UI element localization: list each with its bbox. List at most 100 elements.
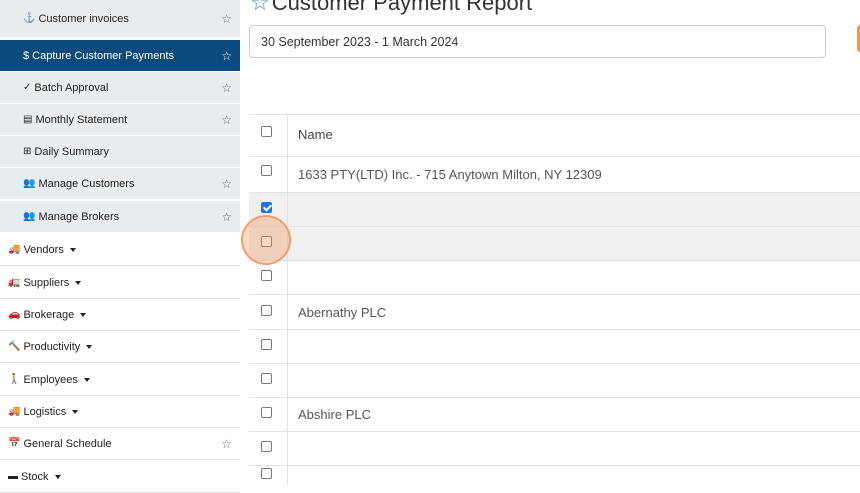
caret-down-icon (75, 280, 82, 285)
checkbox-cell (249, 157, 288, 192)
sidebar-item-batch-approval[interactable]: ✓ Batch Approval ☆ (0, 72, 240, 104)
table-row (249, 465, 860, 485)
sidebar-item-label-wrap: ⊞ Daily Summary (23, 146, 109, 158)
favorite-star-icon[interactable]: ☆ (221, 12, 232, 26)
page-title: ☆Customer Payment Report (250, 0, 532, 16)
favorite-star-icon[interactable]: ☆ (221, 113, 232, 127)
column-header-name: Name (298, 127, 333, 142)
sidebar-item-label: Batch Approval (34, 81, 109, 94)
table-icon: ⊞ (23, 145, 32, 157)
sidebar-item-monthly-statement[interactable]: ▤ Monthly Statement ☆ (0, 104, 240, 136)
person-icon: 🚶 (8, 373, 21, 385)
checkbox-cell (249, 330, 288, 363)
row-checkbox[interactable] (261, 468, 272, 479)
sidebar-item-label-wrap: ⚓ Customer invoices (23, 13, 129, 25)
customer-name: Abernathy PLC (298, 305, 387, 320)
sidebar-item-label: Employees (23, 373, 78, 386)
sidebar-item-label: Vendors (23, 243, 64, 256)
sidebar: ⚓ Customer invoices ☆ $ Capture Customer Pa… (0, 0, 240, 493)
sidebar-item-label: Productivity (23, 340, 81, 353)
table-row: Abernathy PLC (249, 294, 860, 329)
caret-down-icon (72, 409, 79, 414)
statement-icon: ▤ (23, 113, 33, 125)
favorite-star-icon[interactable]: ☆ (221, 437, 232, 451)
table-row: 1633 PTY(LTD) Inc. - 715 Anytown Milton,… (249, 156, 860, 192)
sidebar-item-logistics[interactable]: 🚚 Logistics (0, 396, 240, 428)
select-all-checkbox[interactable] (261, 126, 272, 137)
table-row (249, 431, 860, 465)
sidebar-item-brokerage[interactable]: 🚗 Brokerage (0, 299, 240, 331)
sidebar-item-label-wrap: ▤ Monthly Statement (23, 114, 127, 126)
row-checkbox[interactable] (261, 441, 272, 452)
sidebar-item-manage-brokers[interactable]: 👥 Manage Brokers ☆ (0, 201, 240, 233)
sidebar-item-label-wrap: 📅 General Schedule (8, 438, 112, 450)
car-icon: 🚗 (8, 308, 21, 320)
table-row (249, 363, 860, 397)
sidebar-item-label: Suppliers (23, 276, 70, 289)
sidebar-item-stock[interactable]: ▬ Stock (0, 461, 240, 493)
sidebar-item-label-wrap: 👥 Manage Customers (23, 178, 134, 190)
favorite-star-icon[interactable]: ☆ (221, 81, 232, 95)
caret-down-icon (86, 344, 93, 349)
sidebar-item-label: Monthly Statement (35, 113, 128, 126)
sidebar-item-productivity[interactable]: 🔨 Productivity (0, 331, 240, 363)
sidebar-item-label-wrap: 👥 Manage Brokers (23, 211, 119, 223)
sidebar-item-customer-invoices[interactable]: ⚓ Customer invoices ☆ (0, 0, 240, 38)
checkbox-cell (249, 295, 288, 329)
checkbox-cell (249, 466, 288, 485)
sidebar-item-label-wrap: 🚛 Suppliers (8, 276, 82, 289)
users-icon: 👥 (23, 177, 36, 189)
row-checkbox[interactable] (261, 165, 272, 176)
row-checkbox[interactable] (261, 339, 272, 350)
checkbox-cell (249, 364, 288, 397)
sidebar-item-label: Brokerage (23, 308, 75, 321)
sidebar-item-general-schedule[interactable]: 📅 General Schedule ☆ (0, 428, 240, 460)
users-icon: 👥 (23, 210, 36, 222)
sidebar-item-label-wrap: ▬ Stock (8, 471, 61, 483)
calendar-icon: 📅 (8, 437, 21, 449)
favorite-star-icon[interactable]: ☆ (250, 0, 270, 15)
sidebar-item-label-wrap: 🚚 Logistics (8, 405, 79, 418)
sidebar-item-label: General Schedule (23, 437, 112, 450)
row-checkbox[interactable] (261, 305, 272, 316)
date-range-input[interactable] (249, 25, 826, 58)
sidebar-item-label-wrap: 🚚 Vendors (8, 244, 76, 256)
sidebar-item-label-wrap: 🚗 Brokerage (8, 308, 87, 321)
table-row (249, 192, 860, 226)
row-checkbox[interactable] (261, 407, 272, 418)
sidebar-item-manage-customers[interactable]: 👥 Manage Customers ☆ (0, 168, 240, 200)
download-icon: ⚓ (23, 12, 36, 24)
row-checkbox[interactable] (261, 373, 272, 384)
sidebar-item-suppliers[interactable]: 🚛 Suppliers (0, 267, 240, 299)
truck-icon: 🚛 (8, 276, 21, 288)
sidebar-item-label: Daily Summary (34, 145, 109, 158)
favorite-star-icon[interactable]: ☆ (221, 49, 232, 63)
sidebar-item-label: Customer invoices (38, 12, 129, 25)
sidebar-item-vendors[interactable]: 🚚 Vendors (0, 234, 240, 266)
sidebar-item-daily-summary[interactable]: ⊞ Daily Summary (0, 136, 240, 168)
caret-down-icon (69, 247, 76, 252)
caret-down-icon (80, 312, 87, 317)
row-checkbox[interactable] (261, 270, 272, 281)
table-row (249, 226, 860, 260)
table-row (249, 329, 860, 363)
sidebar-item-label: Logistics (23, 405, 67, 418)
checkbox-cell (249, 398, 288, 431)
sidebar-item-capture-customer-payments[interactable]: $ Capture Customer Payments ☆ (0, 40, 240, 72)
check-icon: ✓ (23, 81, 32, 93)
favorite-star-icon[interactable]: ☆ (221, 210, 232, 224)
checkbox-cell (249, 261, 288, 294)
stock-icon: ▬ (8, 470, 18, 482)
checkbox-cell (249, 115, 288, 156)
favorite-star-icon[interactable]: ☆ (221, 177, 232, 191)
hammer-icon: 🔨 (8, 340, 21, 352)
sidebar-item-label-wrap: $ Capture Customer Payments (23, 50, 174, 62)
customer-name: 1633 PTY(LTD) Inc. - 715 Anytown Milton,… (298, 167, 602, 182)
row-checkbox[interactable] (261, 202, 272, 213)
sidebar-item-employees[interactable]: 🚶 Employees (0, 364, 240, 396)
page-title-text: Customer Payment Report (271, 0, 533, 15)
table-row (249, 260, 860, 294)
table-row: Abshire PLC (249, 397, 860, 431)
sidebar-item-label: $ Capture Customer Payments (23, 49, 175, 62)
sidebar-item-label: Manage Brokers (38, 210, 120, 223)
